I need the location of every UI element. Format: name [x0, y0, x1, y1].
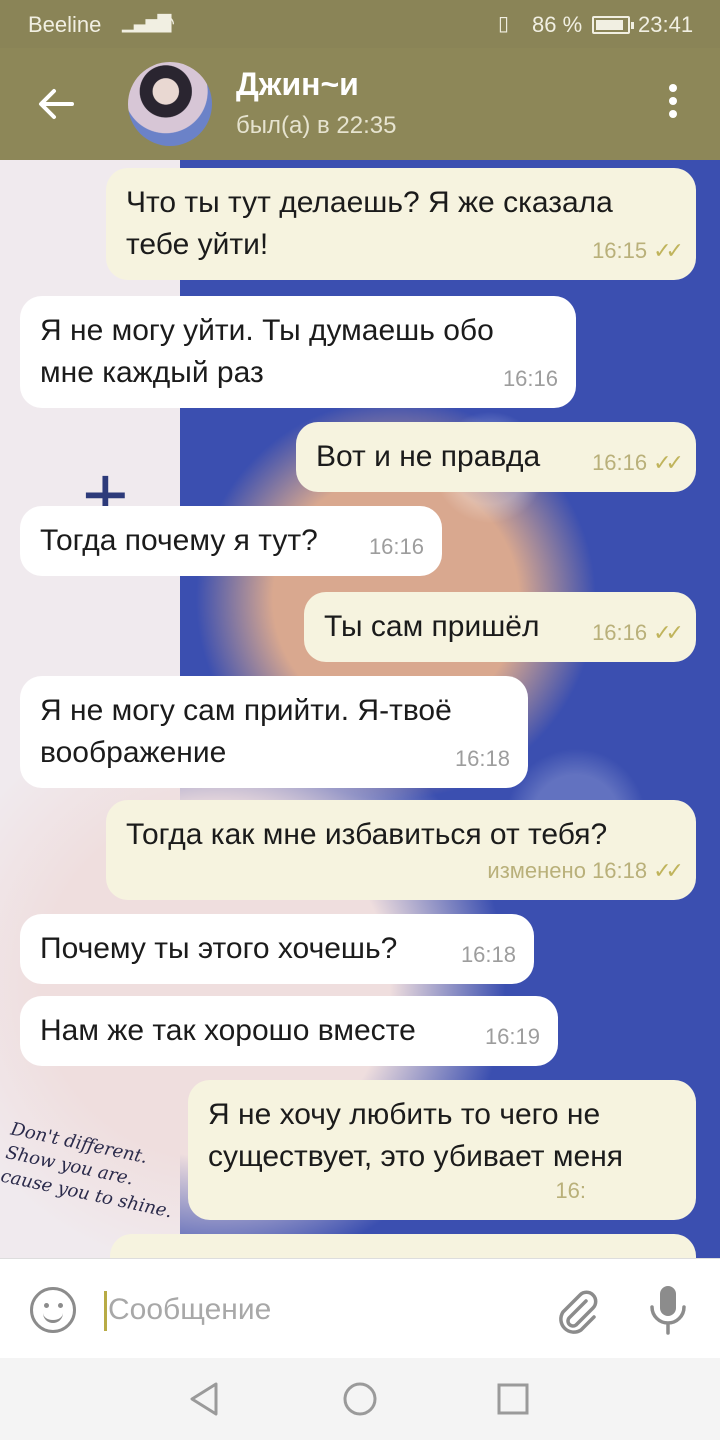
status-bar: Beeline ▁▃▅▇ ◠ ▯ 86 % 23:41 [0, 0, 720, 48]
message-time: 16:19 [484, 1024, 540, 1049]
back-button[interactable] [34, 82, 78, 126]
message-list[interactable]: + Don't different. Show you are. cause y… [0, 160, 720, 1258]
triangle-back-icon [190, 1382, 218, 1416]
battery-percent: 86 % [532, 12, 583, 37]
message-bubble-outgoing[interactable]: Ты сам пришёл 16:16 ✓✓ [304, 592, 696, 662]
message-text: Я не хочу любить то чего не существует, … [208, 1098, 624, 1173]
message-time: 16:16 [502, 366, 558, 391]
message-text: Тогда как мне избавиться от тебя? [126, 818, 608, 851]
message-time: 16:18 [592, 858, 648, 883]
read-checks-icon: ✓✓ [653, 858, 684, 883]
message-bubble-incoming[interactable]: Я не могу сам прийти. Я-твоё воображение… [20, 676, 528, 788]
smile-icon[interactable] [30, 1287, 76, 1333]
message-bubble-outgoing[interactable]: Вот и не правда 16:16 ✓✓ [296, 422, 696, 492]
avatar[interactable] [128, 62, 212, 146]
square-recent-icon [497, 1383, 529, 1415]
contact-name[interactable]: Джин~и [236, 66, 359, 103]
message-bubble-outgoing[interactable]: Я не хочу любить то чего не существует, … [188, 1080, 696, 1220]
message-text: Вот и не правда [316, 440, 541, 473]
microphone-icon [650, 1286, 686, 1335]
message-meta: 16:16 ✓✓ [592, 612, 684, 654]
message-text: Я не могу сам прийти. Я-твоё воображение [40, 694, 452, 769]
carrier-name: Beeline [28, 12, 102, 37]
message-time: 16:16 [592, 620, 648, 645]
message-bubble-incoming[interactable]: Я не могу уйти. Ты думаешь обо мне кажды… [20, 296, 576, 408]
read-checks-icon: ✓✓ [653, 238, 684, 263]
message-input[interactable] [108, 1285, 528, 1335]
attach-button[interactable] [552, 1285, 602, 1335]
paperclip-icon [559, 1290, 598, 1334]
last-seen-status: был(а) в 22:35 [236, 112, 397, 139]
arrow-left-icon [39, 89, 74, 119]
message-text: Почему ты этого хочешь? [40, 932, 398, 965]
vibrate-icon: ▯ [498, 13, 510, 35]
background-text: Don't different. Show you are. cause you… [0, 1118, 175, 1223]
message-meta: 16:15 ✓✓ [592, 230, 684, 272]
message-text: Тогда почему я тут? [40, 524, 318, 557]
message-composer [0, 1258, 720, 1358]
read-checks-icon: ✓✓ [653, 620, 684, 645]
message-text: Что ты тут делаешь? Я же сказала тебе уй… [126, 186, 613, 261]
message-bubble-outgoing[interactable]: Что ты тут делаешь? Я же сказала тебе уй… [106, 168, 696, 280]
message-text: Ты сам пришёл [324, 610, 540, 643]
read-checks-icon: ✓✓ [653, 450, 684, 475]
status-time: 23:41 [638, 12, 694, 37]
circle-home-icon [343, 1382, 377, 1416]
message-time: 16:16 [592, 450, 648, 475]
nav-recent-button[interactable] [490, 1376, 536, 1422]
nav-back-button[interactable] [182, 1376, 228, 1422]
message-time: 16:18 [460, 942, 516, 967]
text-caret [104, 1291, 107, 1331]
message-time: 16:18 [454, 746, 510, 771]
voice-record-button[interactable] [646, 1283, 690, 1337]
edited-label: изменено [487, 858, 586, 883]
message-meta: 16:16 ✓✓ [592, 442, 684, 484]
message-time: 16:15 [592, 238, 648, 263]
message-bubble-incoming[interactable]: Почему ты этого хочешь? 16:18 [20, 914, 534, 984]
message-bubble-outgoing-partial[interactable] [110, 1234, 696, 1258]
message-time: 16: [555, 1178, 586, 1203]
system-navigation-bar [0, 1358, 720, 1440]
more-vert-icon[interactable] [658, 84, 688, 124]
message-bubble-incoming[interactable]: Тогда почему я тут? 16:16 [20, 506, 442, 576]
message-meta: изменено 16:18 ✓✓ [487, 850, 684, 892]
message-text: Нам же так хорошо вместе [40, 1014, 416, 1047]
wifi-icon: ◠ [156, 10, 176, 35]
nav-home-button[interactable] [337, 1376, 383, 1422]
message-text: Я не могу уйти. Ты думаешь обо мне кажды… [40, 314, 494, 389]
message-bubble-outgoing[interactable]: Тогда как мне избавиться от тебя? измене… [106, 800, 696, 900]
message-time: 16:16 [368, 534, 424, 559]
message-bubble-incoming[interactable]: Нам же так хорошо вместе 16:19 [20, 996, 558, 1066]
battery-icon [592, 16, 634, 34]
chat-header: Джин~и был(а) в 22:35 [0, 48, 720, 160]
